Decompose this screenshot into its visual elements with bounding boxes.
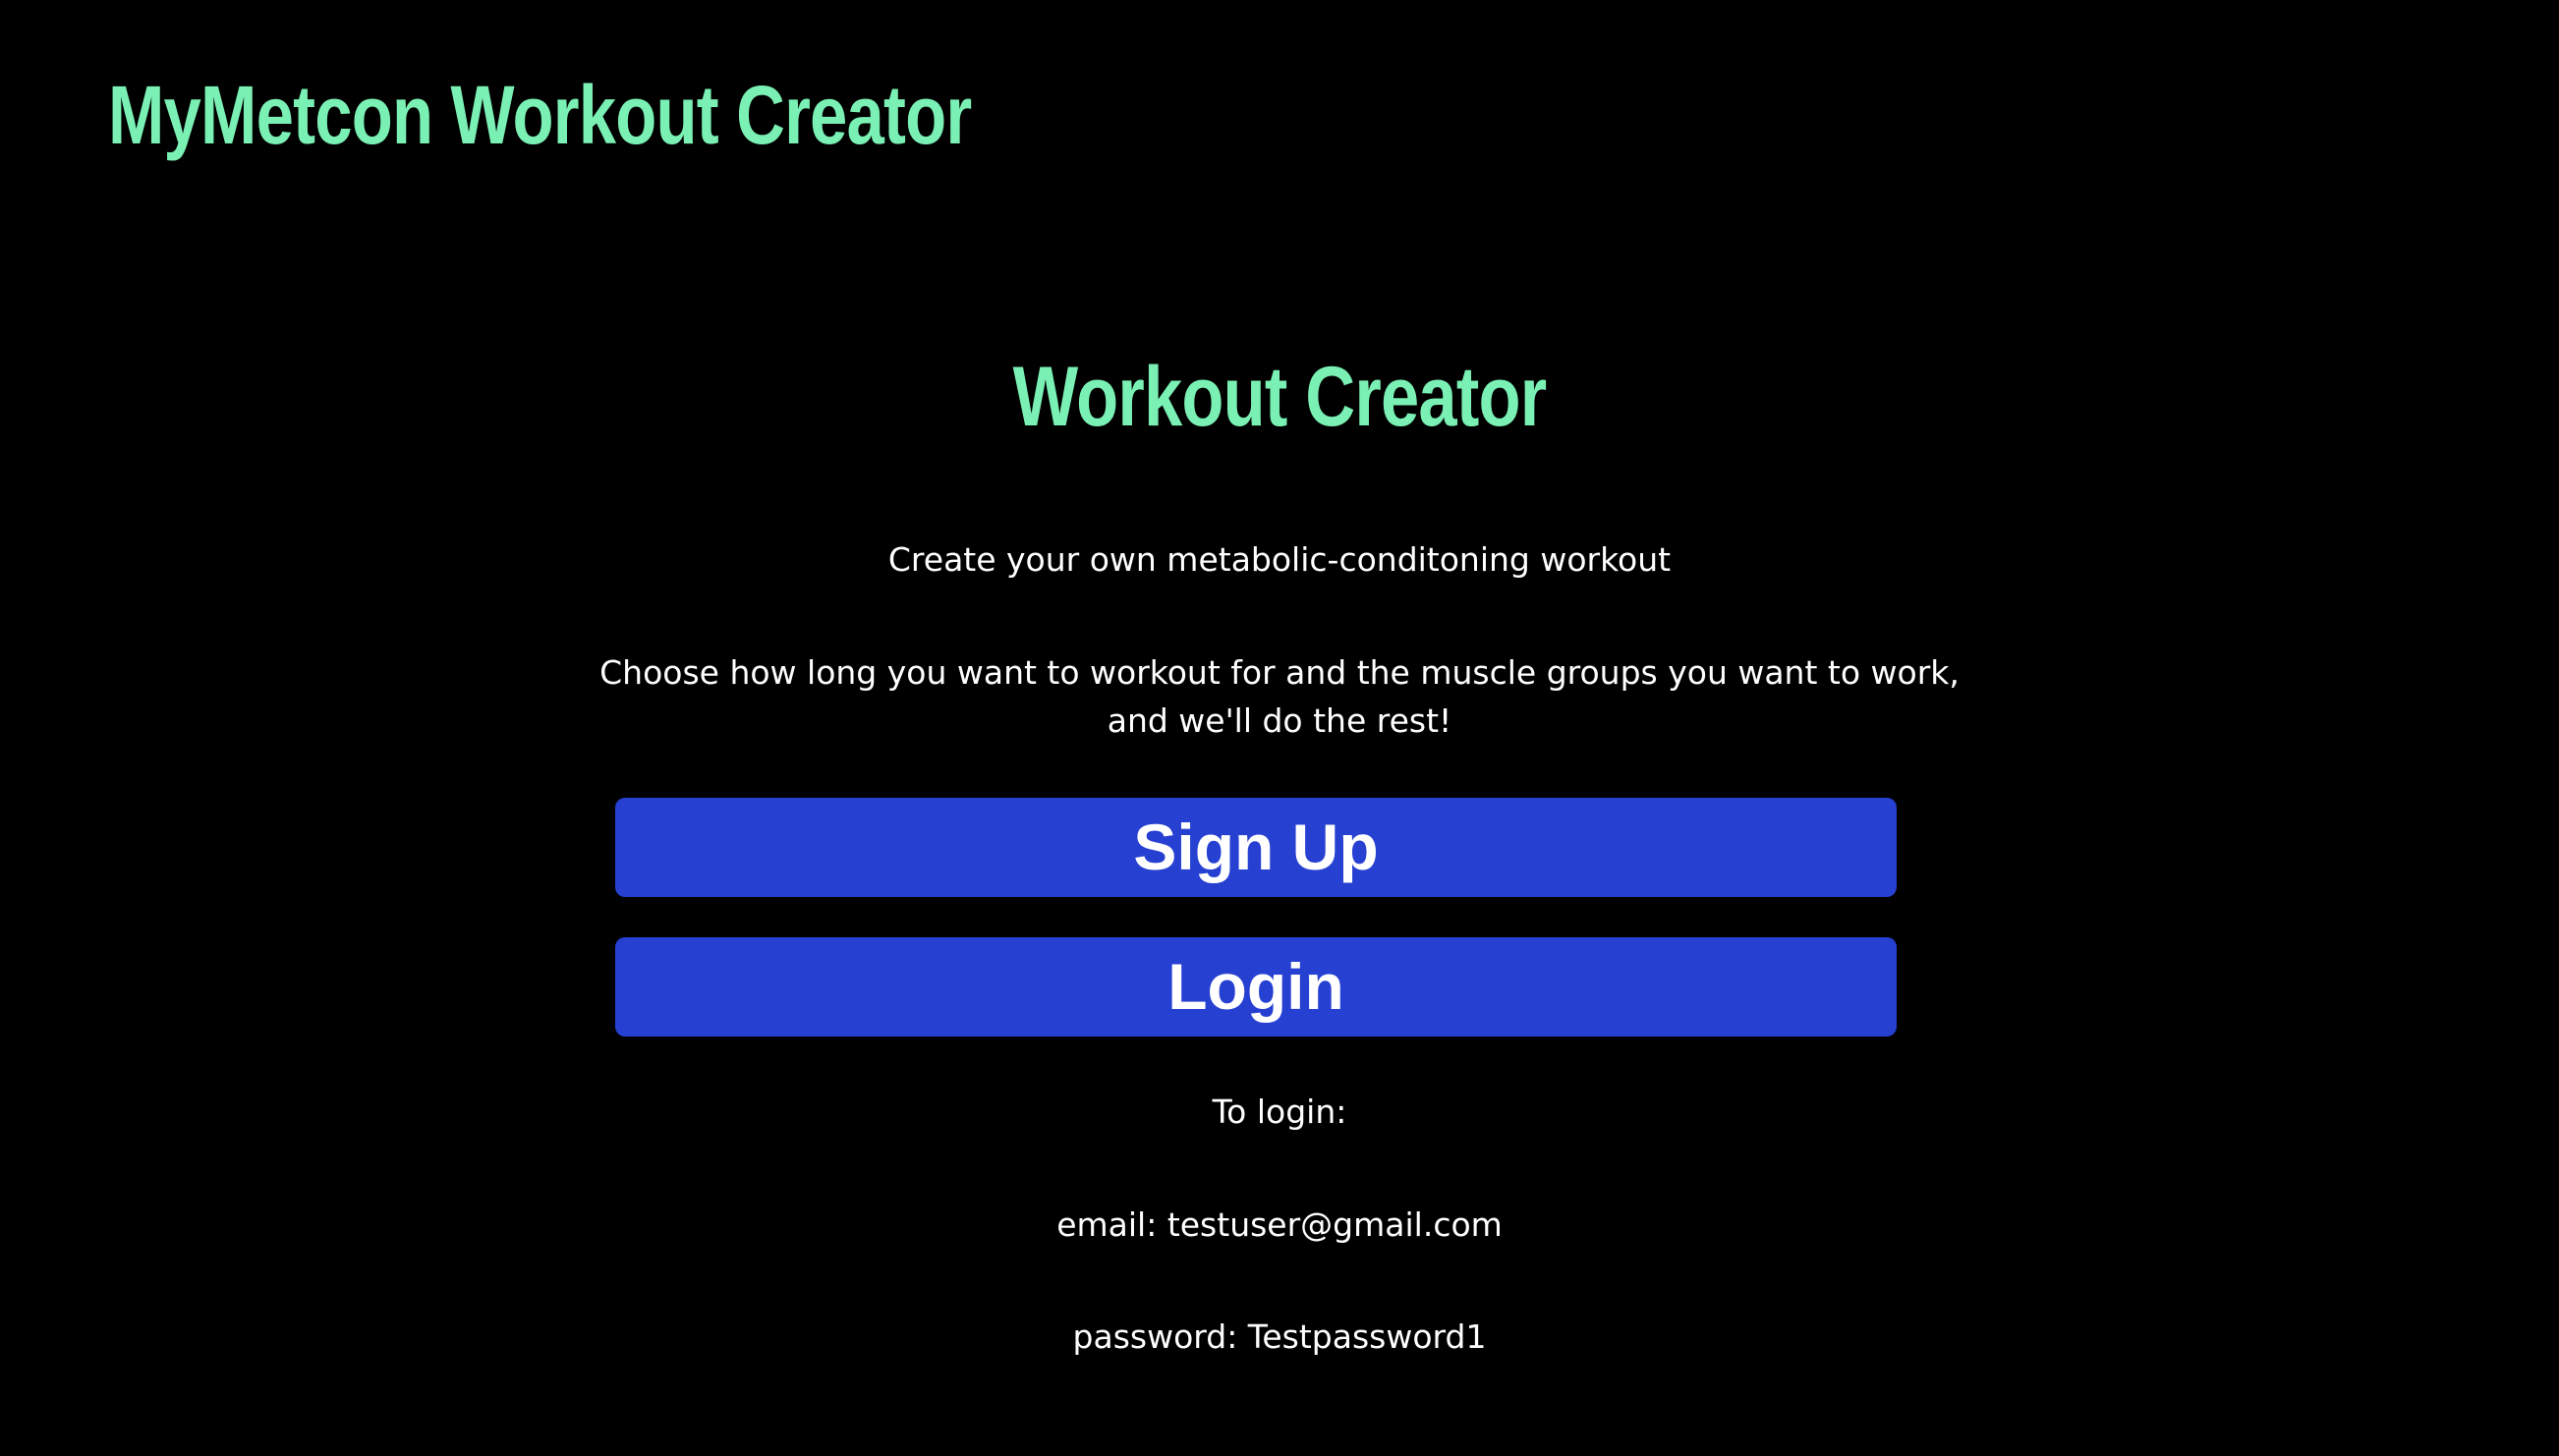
login-button[interactable]: Login xyxy=(615,937,1897,1036)
page-heading: Workout Creator xyxy=(1012,350,1548,444)
login-password-text: password: Testpassword1 xyxy=(1072,1317,1487,1356)
description-line-2: and we'll do the rest! xyxy=(1107,701,1452,740)
subtitle-text: Create your own metabolic-conditoning wo… xyxy=(887,540,1672,579)
description-line-1: Choose how long you want to workout for … xyxy=(599,653,1960,692)
main-content: Workout Creator Create your own metaboli… xyxy=(0,0,2559,1456)
sign-up-button[interactable]: Sign Up xyxy=(615,798,1897,897)
login-email-text: email: testuser@gmail.com xyxy=(1056,1205,1503,1244)
login-info-heading: To login: xyxy=(1212,1092,1347,1131)
